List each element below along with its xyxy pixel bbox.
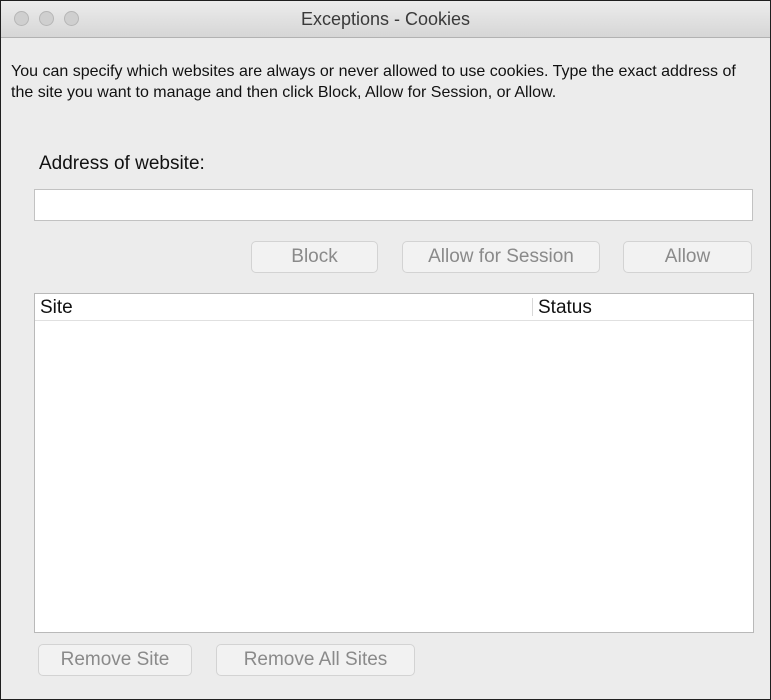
table-body[interactable] bbox=[35, 321, 753, 632]
address-input[interactable] bbox=[34, 189, 753, 221]
block-button[interactable]: Block bbox=[251, 241, 378, 273]
title-bar[interactable]: Exceptions - Cookies bbox=[1, 1, 770, 38]
sites-table[interactable]: Site Status bbox=[34, 293, 754, 633]
address-label: Address of website: bbox=[39, 153, 205, 174]
allow-for-session-button[interactable]: Allow for Session bbox=[402, 241, 600, 273]
column-divider[interactable] bbox=[532, 298, 533, 316]
allow-button[interactable]: Allow bbox=[623, 241, 752, 273]
column-header-status[interactable]: Status bbox=[538, 297, 592, 319]
description-text: You can specify which websites are alway… bbox=[11, 63, 736, 101]
table-header: Site Status bbox=[35, 294, 753, 321]
exceptions-window: Exceptions - Cookies You can specify whi… bbox=[0, 0, 771, 700]
remove-all-sites-button[interactable]: Remove All Sites bbox=[216, 644, 415, 676]
remove-site-button[interactable]: Remove Site bbox=[38, 644, 192, 676]
window-title: Exceptions - Cookies bbox=[300, 9, 471, 29]
column-header-site[interactable]: Site bbox=[40, 297, 73, 319]
